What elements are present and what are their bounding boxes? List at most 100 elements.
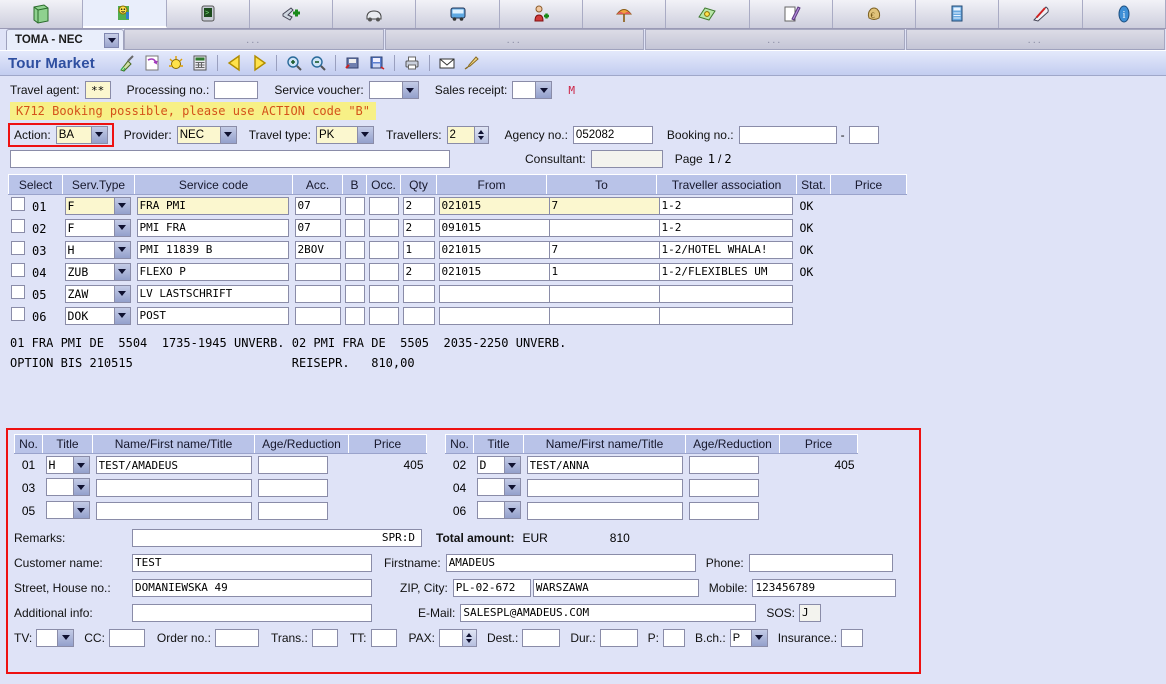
p-input[interactable] xyxy=(663,628,686,647)
acc-input[interactable] xyxy=(294,218,341,237)
service-code-input[interactable] xyxy=(136,262,289,281)
chevron-down-icon[interactable] xyxy=(113,307,130,324)
service-code-input[interactable] xyxy=(136,196,289,215)
print-icon[interactable] xyxy=(401,53,423,74)
traveller-age-input[interactable] xyxy=(688,479,759,497)
zoom-in-icon[interactable] xyxy=(283,53,305,74)
icon-tab-pen-document[interactable] xyxy=(749,0,833,28)
chevron-down-icon[interactable] xyxy=(90,126,107,143)
chevron-down-icon[interactable] xyxy=(503,502,520,518)
sales-receipt-select[interactable] xyxy=(512,81,553,99)
b-input[interactable] xyxy=(344,306,365,325)
acc-input[interactable] xyxy=(294,306,341,325)
traveller-name-input[interactable] xyxy=(95,502,252,520)
icon-tab-person-add[interactable] xyxy=(499,0,583,28)
traveller-title-select[interactable]: H xyxy=(45,456,90,475)
row-checkbox[interactable] xyxy=(10,285,25,299)
free-text-input[interactable] xyxy=(10,150,450,168)
insurance-input[interactable] xyxy=(841,628,864,647)
service-code-input[interactable] xyxy=(136,284,289,303)
tab-toma-nec[interactable]: TOMA - NEC xyxy=(6,29,124,50)
tab-placeholder-2[interactable]: ... xyxy=(384,29,644,50)
chevron-down-icon[interactable] xyxy=(750,629,767,646)
traveller-association-input[interactable] xyxy=(658,284,793,303)
traveller-association-input[interactable] xyxy=(658,262,793,281)
traveller-association-input[interactable] xyxy=(658,196,793,215)
chevron-down-icon[interactable] xyxy=(113,285,130,302)
tab-placeholder-4[interactable]: ... xyxy=(905,29,1165,50)
serv-type-select[interactable]: ZUB xyxy=(64,262,131,281)
brush-icon[interactable] xyxy=(460,53,482,74)
consultant-input[interactable] xyxy=(590,150,663,168)
traveller-association-input[interactable] xyxy=(658,306,793,325)
icon-tab-train[interactable] xyxy=(999,0,1083,28)
chevron-down-icon[interactable] xyxy=(113,219,130,236)
traveller-age-input[interactable] xyxy=(257,456,328,475)
serv-type-select[interactable]: H xyxy=(64,240,131,259)
traveller-age-input[interactable] xyxy=(257,502,328,520)
tab-placeholder-1[interactable]: ... xyxy=(124,29,384,50)
b-input[interactable] xyxy=(344,196,365,215)
acc-input[interactable] xyxy=(294,240,341,259)
traveller-age-input[interactable] xyxy=(688,456,759,475)
sos-input[interactable] xyxy=(799,603,822,622)
sunburst-icon[interactable] xyxy=(165,53,187,74)
open-file-icon[interactable] xyxy=(342,53,364,74)
to-date-field[interactable]: ▦ xyxy=(548,306,711,325)
icon-tab-book[interactable] xyxy=(916,0,1000,28)
serv-type-select[interactable]: DOK xyxy=(64,306,131,325)
city-input[interactable] xyxy=(532,578,699,597)
serv-type-select[interactable]: F xyxy=(64,218,131,237)
from-date-field[interactable]: ▦ xyxy=(438,218,601,237)
stepper-arrows-icon[interactable] xyxy=(473,126,488,143)
traveller-name-input[interactable] xyxy=(526,456,683,475)
phone-input[interactable] xyxy=(748,553,893,572)
chevron-down-icon[interactable] xyxy=(401,82,418,98)
trans-input[interactable] xyxy=(311,628,338,647)
zoom-out-icon[interactable] xyxy=(307,53,329,74)
to-date-field[interactable]: ▦ xyxy=(548,196,711,215)
traveller-age-input[interactable] xyxy=(257,479,328,497)
serv-type-select[interactable]: ZAW xyxy=(64,284,131,303)
icon-tab-bus-transfer[interactable] xyxy=(416,0,500,28)
traveller-name-input[interactable] xyxy=(95,479,252,497)
save-file-icon[interactable] xyxy=(366,53,388,74)
traveller-title-select[interactable] xyxy=(476,478,521,496)
icon-tab-smiley-figure[interactable] xyxy=(83,0,167,28)
order-no-input[interactable] xyxy=(214,628,259,647)
pax-stepper[interactable] xyxy=(438,628,477,647)
chevron-down-icon[interactable] xyxy=(219,126,236,143)
chevron-down-icon[interactable] xyxy=(113,241,130,258)
chevron-down-icon[interactable] xyxy=(72,479,89,495)
icon-tab-money-bag-euro[interactable]: € xyxy=(832,0,917,28)
to-date-field[interactable]: ▦ xyxy=(548,240,711,259)
icon-tab-terminal[interactable]: > xyxy=(166,0,250,28)
booking-no-input[interactable] xyxy=(738,125,837,144)
service-code-input[interactable] xyxy=(136,306,289,325)
firstname-input[interactable] xyxy=(445,553,696,572)
occ-input[interactable] xyxy=(368,262,399,281)
travellers-stepper[interactable]: 2 xyxy=(446,125,489,144)
b-input[interactable] xyxy=(344,262,365,281)
from-date-field[interactable]: ▦ xyxy=(438,306,601,325)
chevron-down-icon[interactable] xyxy=(503,479,520,495)
qty-input[interactable] xyxy=(402,240,435,259)
calculator-icon[interactable] xyxy=(189,53,211,74)
chevron-down-icon[interactable] xyxy=(113,263,130,280)
tt-input[interactable] xyxy=(370,628,397,647)
b-input[interactable] xyxy=(344,240,365,259)
email-input[interactable] xyxy=(460,603,757,622)
row-checkbox[interactable] xyxy=(10,307,25,321)
row-checkbox[interactable] xyxy=(10,241,25,255)
bch-select[interactable]: P xyxy=(729,628,768,647)
chevron-down-icon[interactable] xyxy=(57,629,74,646)
occ-input[interactable] xyxy=(368,306,399,325)
traveller-name-input[interactable] xyxy=(526,479,683,497)
provider-select[interactable]: NEC xyxy=(176,125,237,144)
row-checkbox[interactable] xyxy=(10,263,25,277)
qty-input[interactable] xyxy=(402,218,435,237)
icon-tab-info[interactable]: i xyxy=(1082,0,1166,28)
icon-tab-beach-umbrella[interactable] xyxy=(582,0,667,28)
occ-input[interactable] xyxy=(368,218,399,237)
dest-input[interactable] xyxy=(522,628,561,647)
